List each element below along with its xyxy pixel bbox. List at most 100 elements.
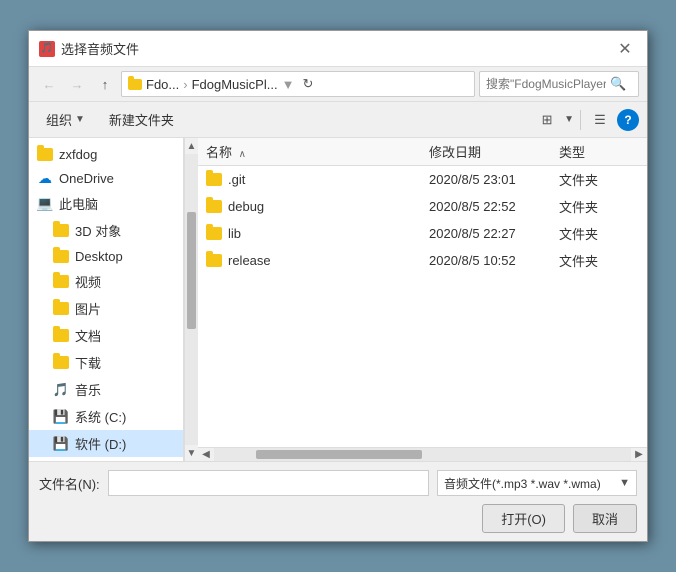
col-date[interactable]: 修改日期 [429,142,559,161]
action-row: 打开(O) 取消 [39,504,637,533]
sidebar-item-pictures[interactable]: 图片 [29,295,183,322]
back-button[interactable]: ← [37,72,61,96]
up-button[interactable]: ↑ [93,72,117,96]
view-button-grid[interactable]: ⊞ [534,108,560,132]
folder-icon-lib [206,227,222,240]
nav-bar: ← → ↑ Fdo... › FdogMusicPl... ▼ ↻ 🔍 [29,67,647,102]
sidebar-item-softwared[interactable]: 💾 软件 (D:) [29,430,183,457]
sidebar-label-pictures: 图片 [75,299,101,318]
sort-arrow: ∧ [239,149,246,160]
sidebar-item-onedrive[interactable]: ☁ OneDrive [29,166,183,190]
file-row[interactable]: debug 2020/8/5 22:52 文件夹 [198,193,647,220]
col-type-label: 类型 [559,145,585,160]
filetype-select[interactable]: 音频文件(*.mp3 *.wav *.wma) ▼ [437,470,637,496]
organize-button[interactable]: 组织 ▼ [37,106,94,133]
col-name[interactable]: 名称 ∧ [206,142,429,161]
col-type[interactable]: 类型 [559,142,639,161]
scroll-left-arrow[interactable]: ◀ [198,448,214,462]
file-name-debug: debug [206,199,429,214]
search-input[interactable] [486,77,606,91]
bottom-bar: 文件名(N): 音频文件(*.mp3 *.wav *.wma) ▼ 打开(O) … [29,461,647,541]
file-row[interactable]: release 2020/8/5 10:52 文件夹 [198,247,647,274]
scroll-up-arrow[interactable]: ▲ [185,138,199,154]
cancel-button[interactable]: 取消 [573,504,637,533]
sidebar-label-downloads: 下载 [75,353,101,372]
folder-icon [128,79,142,90]
file-type-lib: 文件夹 [559,224,639,243]
folder-icon-desktop [53,248,69,264]
file-list: 名称 ∧ 修改日期 类型 .git 2020/8/5 23:01 文件夹 [198,138,647,461]
filetype-text: 音频文件(*.mp3 *.wav *.wma) [444,475,615,492]
dialog-icon: 🎵 [39,41,55,57]
sidebar-label-systemc: 系统 (C:) [75,407,126,426]
breadcrumb-part1: Fdo... [146,77,179,92]
folder-icon-pictures [53,301,69,317]
file-type-git: 文件夹 [559,170,639,189]
scroll-right-arrow[interactable]: ▶ [631,448,647,462]
toolbar-right: ⊞ ▼ ☰ ? [534,108,639,132]
scroll-h-thumb [256,450,423,459]
file-date-lib: 2020/8/5 22:27 [429,226,559,241]
sidebar-label-3dobjects: 3D 对象 [75,221,121,240]
close-button[interactable]: ✕ [613,37,637,61]
breadcrumb-dropdown[interactable]: ▼ [282,77,295,92]
file-dialog: 🎵 选择音频文件 ✕ ← → ↑ Fdo... › FdogMusicPl...… [28,30,648,542]
sidebar-item-desktop[interactable]: Desktop [29,244,183,268]
scroll-h-track[interactable] [214,448,631,461]
folder-icon-debug [206,200,222,213]
sidebar-scrollbar[interactable]: ▲ ▼ [184,138,198,461]
scroll-thumb [187,212,196,328]
view-dropdown[interactable]: ▼ [564,114,574,125]
file-name-release: release [206,253,429,268]
folder-icon-downloads [53,355,69,371]
search-box: 🔍 [479,71,639,97]
sidebar: zxfdog ☁ OneDrive 💻 此电脑 3D 对象 [29,138,184,461]
new-folder-label: 新建文件夹 [109,110,174,129]
forward-button[interactable]: → [65,72,89,96]
file-row[interactable]: .git 2020/8/5 23:01 文件夹 [198,166,647,193]
pc-icon-thispc: 💻 [37,196,53,212]
toolbar: 组织 ▼ 新建文件夹 ⊞ ▼ ☰ ? [29,102,647,138]
refresh-button[interactable]: ↻ [302,76,313,92]
drive-icon-systemc: 💾 [53,409,69,425]
breadcrumb-sep1: › [183,77,187,92]
sidebar-label-videos: 视频 [75,272,101,291]
main-content: zxfdog ☁ OneDrive 💻 此电脑 3D 对象 [29,138,647,461]
folder-icon-videos [53,274,69,290]
organize-label: 组织 [46,110,72,129]
file-date-git: 2020/8/5 23:01 [429,172,559,187]
scroll-track[interactable] [185,154,198,445]
open-button[interactable]: 打开(O) [482,504,565,533]
file-row[interactable]: lib 2020/8/5 22:27 文件夹 [198,220,647,247]
breadcrumb[interactable]: Fdo... › FdogMusicPl... ▼ ↻ [121,71,475,97]
filename-row: 文件名(N): 音频文件(*.mp3 *.wav *.wma) ▼ [39,470,637,496]
file-type-debug: 文件夹 [559,197,639,216]
toolbar-divider [580,110,581,130]
organize-dropdown: ▼ [75,114,85,125]
filename-input[interactable] [108,470,429,496]
sidebar-item-thispc[interactable]: 💻 此电脑 [29,190,183,217]
scroll-down-arrow[interactable]: ▼ [185,445,199,461]
file-name-lib: lib [206,226,429,241]
sidebar-item-downloads[interactable]: 下载 [29,349,183,376]
file-label-git: .git [228,172,245,187]
new-folder-button[interactable]: 新建文件夹 [100,106,183,133]
sidebar-item-zxfdog[interactable]: zxfdog [29,142,183,166]
scrollbar-h[interactable]: ◀ ▶ [198,447,647,461]
dialog-title: 选择音频文件 [61,39,613,58]
view-button-details[interactable]: ☰ [587,108,613,132]
sidebar-item-3dobjects[interactable]: 3D 对象 [29,217,183,244]
sidebar-label-thispc: 此电脑 [59,194,98,213]
sidebar-label-desktop: Desktop [75,249,123,264]
cloud-icon-onedrive: ☁ [37,170,53,186]
sidebar-item-systemc[interactable]: 💾 系统 (C:) [29,403,183,430]
sidebar-item-music[interactable]: 🎵 音乐 [29,376,183,403]
file-name-git: .git [206,172,429,187]
file-date-debug: 2020/8/5 22:52 [429,199,559,214]
file-type-release: 文件夹 [559,251,639,270]
folder-icon-zxfdog [37,146,53,162]
sidebar-item-videos[interactable]: 视频 [29,268,183,295]
sidebar-item-documents[interactable]: 文档 [29,322,183,349]
help-button[interactable]: ? [617,109,639,131]
sidebar-label-zxfdog: zxfdog [59,147,97,162]
